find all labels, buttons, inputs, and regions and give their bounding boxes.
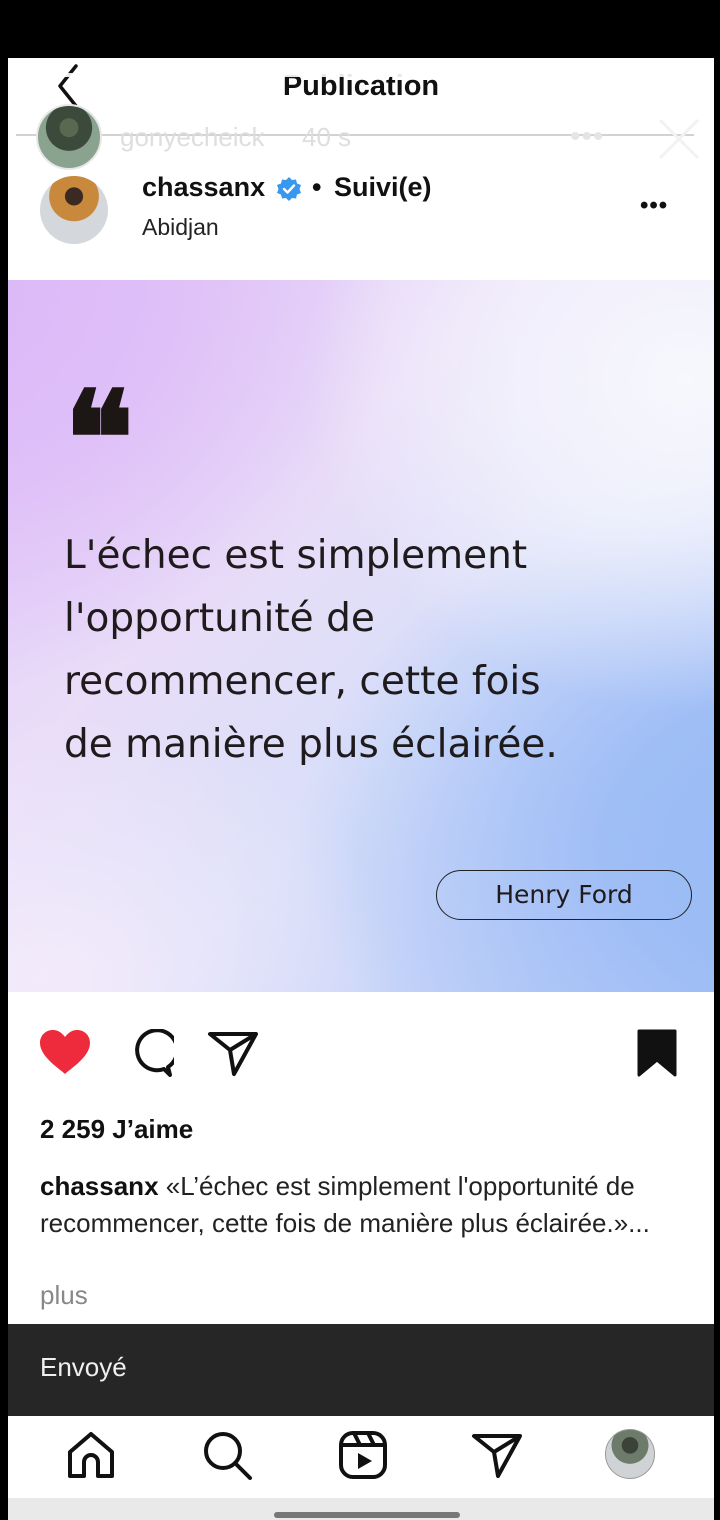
separator-dot: • bbox=[312, 172, 322, 202]
header: Publication gonyecheick 40 s ••• chassan… bbox=[8, 58, 714, 280]
home-icon[interactable] bbox=[64, 1428, 118, 1482]
post-username[interactable]: chassanx bbox=[142, 172, 265, 203]
quote-line: l'opportunité de bbox=[64, 596, 375, 641]
sent-label: Envoyé bbox=[40, 1352, 127, 1382]
post-location[interactable]: Abidjan bbox=[142, 214, 219, 241]
quote-author: Henry Ford bbox=[436, 870, 692, 920]
send-icon[interactable] bbox=[470, 1428, 524, 1482]
post-image[interactable]: ❝ L'échec est simplement l'opportunité d… bbox=[8, 280, 714, 992]
close-icon[interactable] bbox=[654, 114, 704, 164]
caption-username[interactable]: chassanx bbox=[40, 1171, 159, 1201]
caption-more-link[interactable]: plus bbox=[40, 1280, 88, 1311]
quote-mark: ❝ bbox=[64, 362, 134, 515]
status-bar bbox=[0, 0, 720, 58]
bookmark-icon[interactable] bbox=[636, 1028, 678, 1078]
share-icon[interactable] bbox=[206, 1028, 260, 1078]
app-frame: Publication gonyecheick 40 s ••• chassan… bbox=[8, 58, 714, 1520]
post-options-icon[interactable]: ••• bbox=[640, 192, 668, 220]
story-more-icon[interactable]: ••• bbox=[570, 120, 605, 154]
story-avatar[interactable] bbox=[36, 104, 102, 170]
story-progress-bar bbox=[16, 73, 694, 77]
follow-status[interactable]: Suivi(e) bbox=[334, 172, 432, 203]
home-indicator[interactable] bbox=[274, 1512, 460, 1518]
quote-line: de manière plus éclairée. bbox=[64, 722, 558, 767]
story-time: 40 s bbox=[302, 122, 352, 152]
story-username[interactable]: gonyecheick bbox=[120, 122, 265, 153]
comment-icon[interactable] bbox=[124, 1029, 174, 1079]
like-heart-icon[interactable] bbox=[38, 1028, 92, 1076]
reels-icon[interactable] bbox=[336, 1428, 390, 1482]
post-author-avatar[interactable] bbox=[40, 176, 108, 244]
verified-badge-icon bbox=[277, 177, 301, 201]
quote-line: recommencer, cette fois bbox=[64, 659, 541, 704]
quote-line: L'échec est simplement bbox=[64, 533, 528, 578]
profile-avatar[interactable] bbox=[605, 1429, 655, 1479]
likes-count[interactable]: 2 259 J’aime bbox=[40, 1114, 193, 1145]
search-icon[interactable] bbox=[200, 1428, 254, 1482]
post-caption: chassanx «L’échec est simplement l'oppor… bbox=[40, 1168, 680, 1242]
quote-text: L'échec est simplement l'opportunité de … bbox=[64, 524, 664, 776]
